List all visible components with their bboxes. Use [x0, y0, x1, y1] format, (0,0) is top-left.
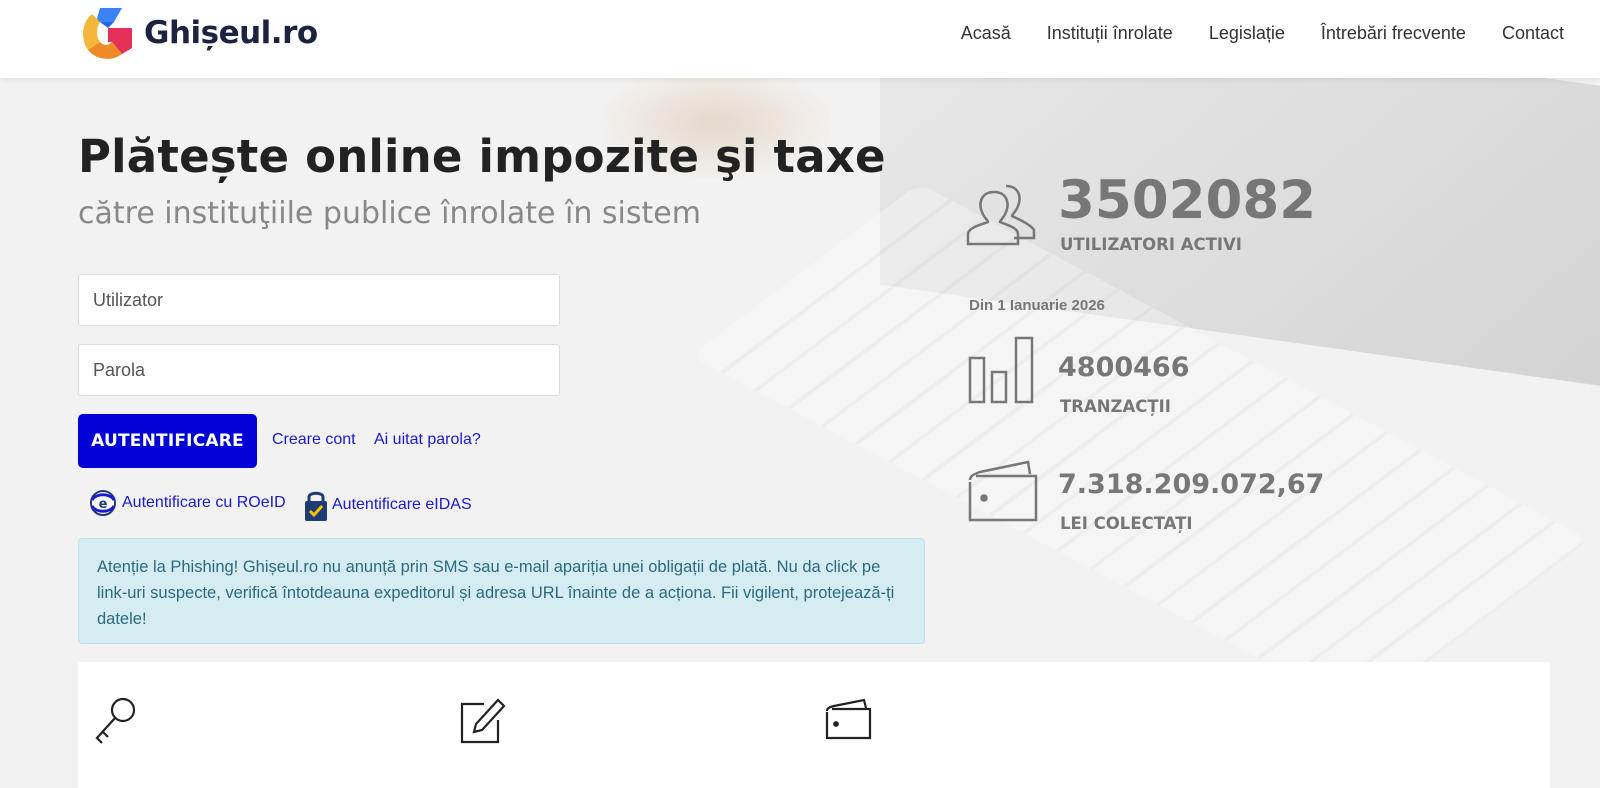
roeid-label: Autentificare cu ROeID: [122, 494, 286, 511]
stats-since-date: Din 1 Ianuarie 2026: [969, 297, 1105, 314]
wallet-icon: [825, 698, 872, 740]
nav-item-faq[interactable]: Întrebări frecvente: [1303, 22, 1484, 44]
users-icon: [966, 184, 1036, 246]
logo-icon: [83, 8, 132, 59]
phishing-alert: Atenție la Phishing! Ghișeul.ro nu anunț…: [78, 538, 925, 644]
key-icon: [95, 697, 136, 744]
collected-amount: 7.318.209.072,67: [1058, 469, 1325, 500]
login-button[interactable]: AUTENTIFICARE: [78, 414, 257, 468]
create-account-link[interactable]: Creare cont: [272, 431, 356, 449]
eidas-login-link[interactable]: Autentificare eIDAS: [304, 488, 472, 522]
edit-icon: [460, 698, 506, 744]
wallet-icon: [968, 460, 1038, 522]
logo-link[interactable]: Ghișeul.ro: [78, 4, 318, 62]
padlock-icon: [305, 491, 327, 521]
brand-name: Ghișeul.ro: [144, 15, 318, 51]
nav-item-home[interactable]: Acasă: [943, 22, 1029, 44]
transactions-count: 4800466: [1058, 352, 1190, 383]
page-title: Plătește online impozite şi taxe: [78, 130, 886, 183]
bar-chart-icon: [968, 336, 1034, 404]
forgot-password-link[interactable]: Ai uitat parola?: [374, 431, 481, 449]
active-users-count: 3502082: [1058, 170, 1317, 231]
password-input[interactable]: [78, 344, 560, 396]
page-subtitle: către instituţiile publice înrolate în s…: [78, 196, 701, 231]
active-users-label: UTILIZATORI ACTIVI: [1060, 235, 1242, 254]
eidas-label: Autentificare eIDAS: [332, 496, 472, 513]
collected-label: LEI COLECTAȚI: [1060, 514, 1193, 533]
roeid-icon: e: [90, 490, 116, 516]
features-panel: [78, 662, 1550, 788]
svg-text:e: e: [99, 497, 108, 512]
nav-item-legislation[interactable]: Legislație: [1191, 22, 1303, 44]
nav-item-institutions[interactable]: Instituții înrolate: [1029, 22, 1191, 44]
site-header: Ghișeul.ro Acasă Instituții înrolate Leg…: [0, 0, 1600, 78]
nav-item-contact[interactable]: Contact: [1484, 22, 1564, 44]
transactions-label: TRANZACȚII: [1060, 397, 1171, 416]
roeid-login-link[interactable]: e Autentificare cu ROeID: [88, 488, 286, 518]
main-nav: Acasă Instituții înrolate Legislație Înt…: [943, 22, 1564, 44]
username-input[interactable]: [78, 274, 560, 326]
